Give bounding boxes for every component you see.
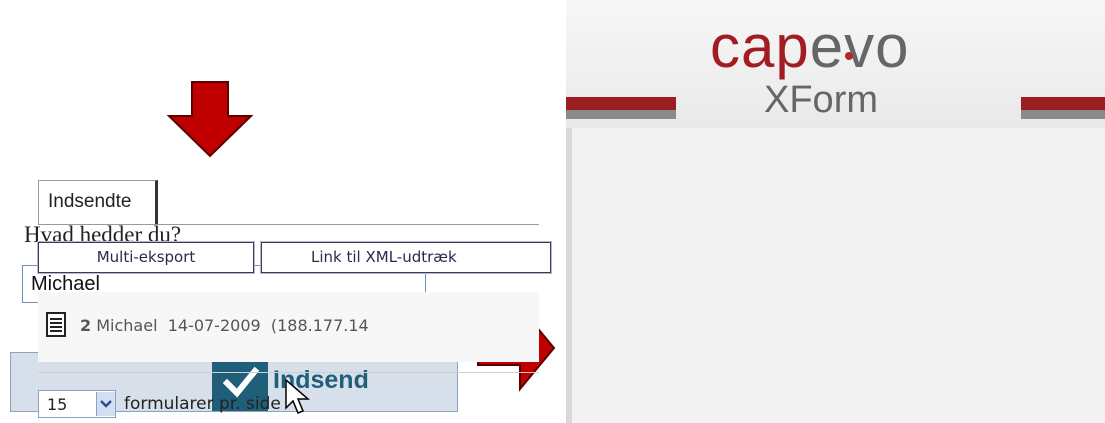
header-stripe [1021, 97, 1105, 110]
chevron-down-icon[interactable] [96, 392, 115, 416]
header-stripe [1021, 110, 1105, 119]
per-page-value: 15 [47, 395, 68, 414]
multi-export-button[interactable]: Multi-eksport [37, 241, 255, 274]
tab-indsendte[interactable]: Indsendte [38, 180, 158, 224]
mouse-cursor-icon [285, 378, 311, 414]
arrow-down-icon [166, 81, 254, 158]
submission-name: Michael [96, 316, 158, 335]
submission-number: 2 [80, 316, 92, 335]
footer-divider [38, 372, 539, 373]
per-page-label: formularer pr. side [124, 394, 281, 414]
logo-dot [845, 52, 853, 60]
logo: capevo [710, 13, 910, 80]
xml-link-button[interactable]: Link til XML-udtræk [260, 241, 552, 274]
document-icon[interactable] [46, 312, 66, 337]
header-stripe [566, 110, 676, 119]
submission-ip: (188.177.14 [270, 316, 369, 335]
xform-app-window: capevo XForm [566, 0, 1105, 423]
tab-divider [38, 224, 539, 225]
logo-subtitle: XForm [764, 79, 878, 121]
content-area [566, 128, 1105, 423]
submission-date: 14-07-2009 [167, 316, 261, 335]
submission-entry[interactable]: 2 Michael 14-07-2009 (188.177.14 [80, 316, 369, 335]
header-stripe [566, 97, 676, 110]
